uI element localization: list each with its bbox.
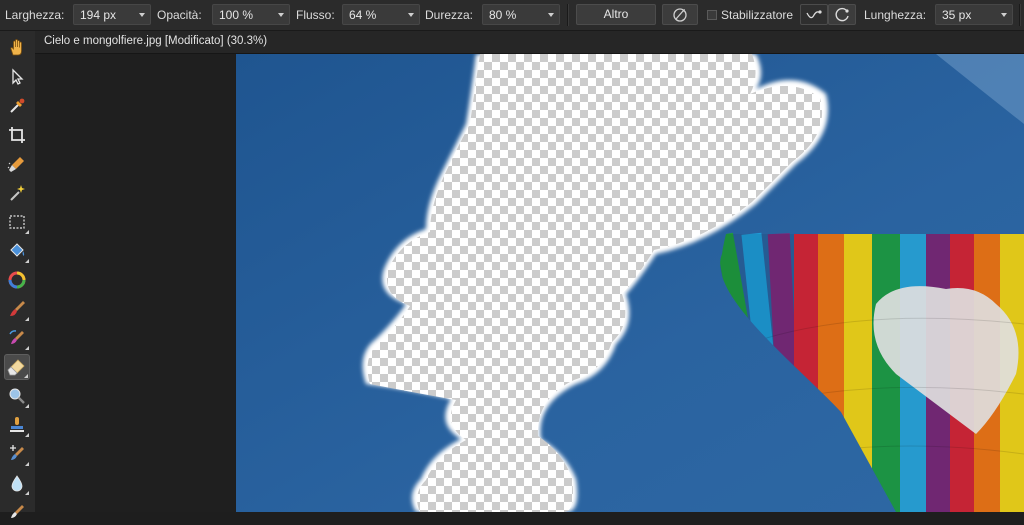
flood-fill-tool-icon: [10, 243, 25, 257]
hardness-field[interactable]: 80 %: [482, 4, 560, 25]
tool-flyout-indicator: [25, 317, 29, 321]
toolbar-divider: [1019, 4, 1021, 26]
tool-flyout-indicator: [25, 346, 29, 350]
length-field[interactable]: 35 px: [935, 4, 1013, 25]
chevron-down-icon[interactable]: [1001, 13, 1007, 17]
hardness-value: 80 %: [489, 8, 517, 22]
rectangle-marquee-tool[interactable]: [4, 209, 30, 235]
color-replacement-tool-icon: [9, 330, 24, 344]
width-field[interactable]: 194 px: [73, 4, 151, 25]
hand-tool[interactable]: [4, 35, 30, 61]
context-toolbar: Larghezza: 194 px Opacità: 100 % Flusso:…: [0, 0, 1024, 31]
hand-tool-icon: [10, 39, 22, 56]
pasteboard: [35, 54, 235, 512]
flow-label: Flusso:: [296, 8, 335, 22]
stabilizer-label: Stabilizzatore: [721, 8, 794, 22]
crop-tool[interactable]: [4, 122, 30, 148]
gradient-tool-icon: [8, 271, 26, 289]
rectangle-marquee-tool-icon: [9, 215, 25, 229]
tool-flyout-indicator: [25, 259, 29, 263]
window-mode-button[interactable]: [828, 4, 856, 25]
selection-brush-tool-icon: [7, 157, 24, 172]
gradient-tool[interactable]: [4, 267, 30, 293]
eraser-brush-tool[interactable]: [4, 354, 30, 380]
chevron-down-icon[interactable]: [408, 13, 414, 17]
color-picker-tool-icon: [10, 98, 25, 113]
move-tool[interactable]: [4, 64, 30, 90]
paint-brush-tool-icon: [10, 301, 25, 316]
crop-tool-icon: [9, 127, 25, 143]
tool-flyout-indicator: [25, 491, 29, 495]
blur-tool[interactable]: [4, 470, 30, 496]
tool-flyout-indicator: [25, 433, 29, 437]
tool-flyout-indicator: [25, 230, 29, 234]
color-replacement-tool[interactable]: [4, 325, 30, 351]
paint-brush-tool[interactable]: [4, 296, 30, 322]
chevron-down-icon[interactable]: [139, 13, 145, 17]
magic-wand-tool-icon: [10, 185, 25, 201]
rope-mode-icon: [806, 10, 822, 19]
pen-pressure-icon: [673, 8, 687, 22]
photo-canvas: [236, 54, 1024, 512]
flow-value: 64 %: [349, 8, 377, 22]
tool-flyout-indicator: [24, 374, 28, 378]
blur-tool-icon: [11, 475, 23, 492]
document-canvas[interactable]: [236, 54, 1024, 512]
width-label: Larghezza:: [5, 8, 65, 22]
tools-panel: [0, 31, 36, 518]
dodge-tool-icon: [9, 388, 25, 404]
width-value: 194 px: [80, 8, 117, 22]
flood-fill-tool[interactable]: [4, 238, 30, 264]
flow-field[interactable]: 64 %: [342, 4, 420, 25]
healing-brush-tool-icon: [10, 445, 24, 460]
opacity-field[interactable]: 100 %: [212, 4, 290, 25]
magic-wand-tool[interactable]: [4, 180, 30, 206]
hardness-label: Durezza:: [425, 8, 474, 22]
chevron-down-icon[interactable]: [548, 13, 554, 17]
more-button[interactable]: Altro: [576, 4, 656, 25]
document-tab[interactable]: Cielo e mongolfiere.jpg [Modificato] (30…: [35, 31, 1024, 54]
dodge-tool[interactable]: [4, 383, 30, 409]
healing-brush-tool[interactable]: [4, 441, 30, 467]
chevron-down-icon[interactable]: [278, 13, 284, 17]
opacity-label: Opacità:: [157, 8, 202, 22]
move-tool-icon: [12, 68, 24, 85]
clone-stamp-tool-icon: [10, 417, 24, 432]
toolbar-divider: [567, 4, 569, 26]
tool-flyout-indicator: [25, 404, 29, 408]
color-picker-tool[interactable]: [4, 93, 30, 119]
length-label: Lunghezza:: [864, 8, 927, 22]
tool-flyout-indicator: [25, 462, 29, 466]
rope-mode-button[interactable]: [800, 4, 828, 25]
pressure-button[interactable]: [662, 4, 698, 25]
length-value: 35 px: [942, 8, 972, 22]
smudge-tool-icon: [11, 505, 24, 518]
stabilizer-checkbox[interactable]: [707, 10, 717, 20]
smudge-tool[interactable]: [4, 499, 30, 525]
clone-stamp-tool[interactable]: [4, 412, 30, 438]
document-title: Cielo e mongolfiere.jpg [Modificato] (30…: [44, 35, 268, 47]
opacity-value: 100 %: [219, 8, 254, 22]
window-mode-icon: [835, 7, 849, 22]
selection-brush-tool[interactable]: [4, 151, 30, 177]
